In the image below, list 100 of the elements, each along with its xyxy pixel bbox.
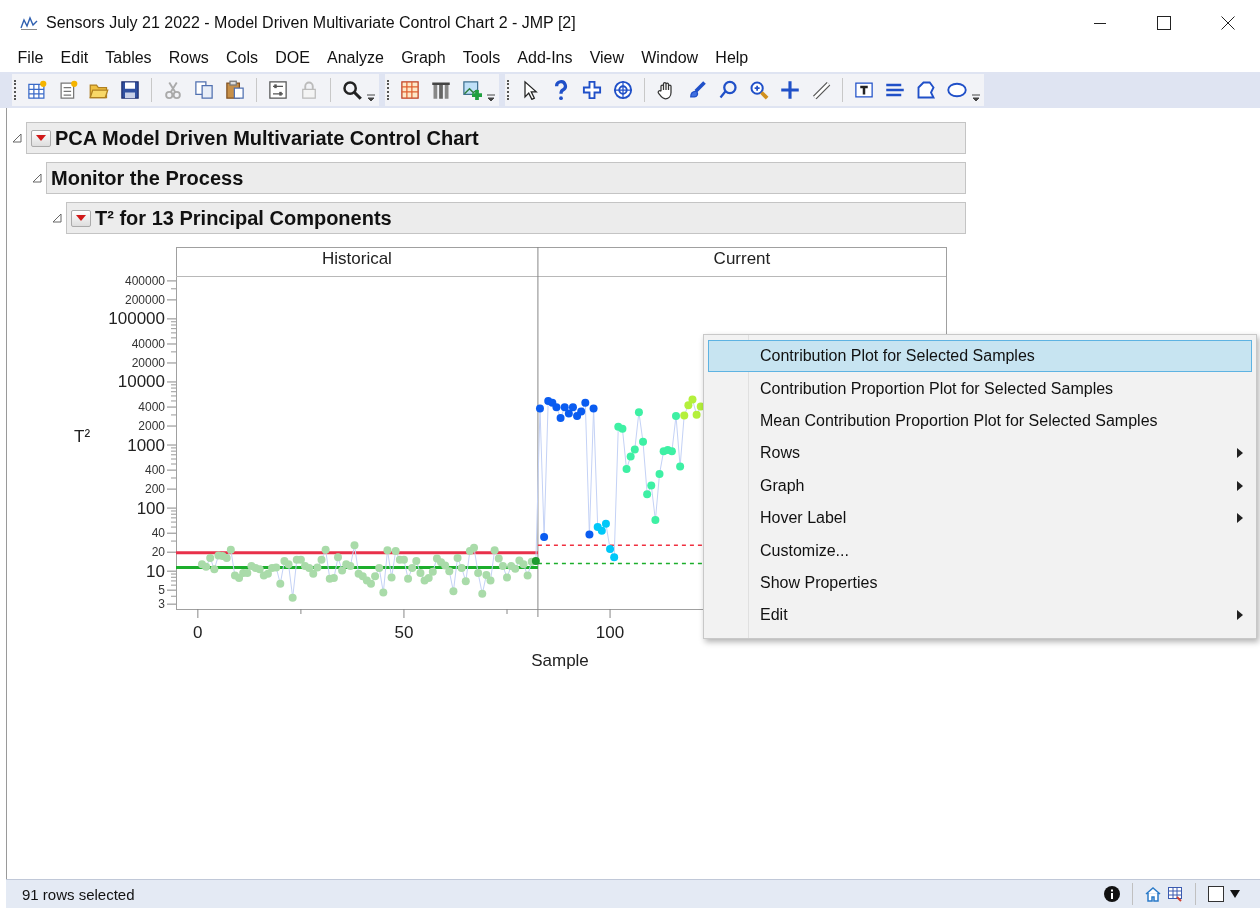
grip-handle[interactable] [507,80,509,100]
data-point [321,545,330,554]
panel-title: Historical [322,249,392,268]
axis-title: T² [74,427,91,446]
menu-item[interactable]: Cols [217,49,267,67]
line-icon[interactable] [811,80,831,100]
new-document-icon[interactable] [58,80,78,100]
text-box-icon[interactable] [854,80,874,100]
data-point [235,574,244,583]
search-icon[interactable] [342,80,362,100]
tick-label: 10000 [117,372,165,392]
menu-item[interactable]: Graph [392,49,455,67]
data-point [206,553,215,562]
menu-item[interactable]: Window [632,49,707,67]
sliders-icon[interactable] [268,80,288,100]
data-point [449,587,458,596]
data-point [428,567,437,576]
data-point [371,572,380,581]
tick-label: 400000 [124,273,165,288]
data-point [581,398,590,407]
data-point [474,569,483,578]
dropdown-caret-icon[interactable] [367,94,375,102]
disclosure-triangle-icon[interactable] [52,213,62,223]
data-point [313,563,322,572]
grid-icon[interactable] [1167,886,1183,902]
crosshair-icon[interactable] [582,80,602,100]
info-icon[interactable] [1104,886,1120,902]
menu-item[interactable]: Analyze [318,49,393,67]
context-menu-item[interactable]: Customize... [708,534,1252,567]
data-point [511,564,520,573]
paste-icon[interactable] [225,80,245,100]
context-menu-item[interactable]: Mean Contribution Proportion Plot for Selected Samples [708,404,1252,438]
image-plus-icon[interactable] [462,80,482,100]
popup-menu-button[interactable] [31,129,51,147]
zoom-in-icon[interactable] [749,80,769,100]
data-point [577,407,586,416]
context-menu-item[interactable]: Hover Label [708,501,1252,535]
context-menu-item[interactable]: Show Properties [708,566,1252,600]
data-point [676,462,685,471]
dropdown-triangle-icon [36,135,46,141]
context-menu-item[interactable]: Graph [708,469,1252,502]
data-point [416,569,425,578]
data-point [317,555,326,564]
menu-item[interactable]: Tools [454,49,509,67]
outline-title: T² for 13 Principal Components [95,206,392,230]
dropdown-caret-icon[interactable] [972,94,980,102]
tick-label: 2000 [138,419,165,434]
data-point [453,553,462,562]
columns-icon[interactable] [431,80,451,100]
menu-item[interactable]: Edit [51,49,97,67]
data-point [643,490,652,499]
ellipse-icon[interactable] [947,80,967,100]
home-icon[interactable] [1145,886,1161,902]
grip-handle[interactable] [14,80,16,100]
data-point [630,445,639,454]
new-table-icon[interactable] [27,80,47,100]
data-point [519,560,528,569]
menu-item[interactable]: DOE [266,49,319,67]
brush-icon[interactable] [687,80,707,100]
dropdown-caret-icon[interactable] [487,94,495,102]
data-point [387,573,396,582]
tick-label: 4000 [138,400,165,415]
submenu-arrow-icon [1237,610,1243,621]
context-menu-item[interactable]: Contribution Proportion Plot for Selected Samples [708,372,1252,405]
tick-label: 0 [193,623,203,642]
tick-label: 40 [151,526,165,541]
menu-item[interactable]: File [9,49,52,67]
data-point [457,564,466,572]
data-point [346,562,355,571]
context-menu-item[interactable]: Rows [708,437,1252,470]
context-menu-item[interactable]: Contribution Plot for Selected Samples [708,340,1252,373]
data-point [692,410,701,419]
context-menu-item[interactable]: Edit [708,599,1252,632]
data-point [486,576,495,585]
tick-label: 400 [144,463,165,478]
dropdown-caret-icon[interactable] [1230,890,1240,898]
target-icon[interactable] [613,80,633,100]
disclosure-triangle-icon[interactable] [12,133,22,143]
square-icon[interactable] [1208,886,1224,902]
menu-item[interactable]: Help [706,49,757,67]
data-point [461,577,470,586]
menu-item[interactable]: Rows [160,49,218,67]
close-icon [1221,16,1235,30]
grid-table-icon[interactable] [400,80,420,100]
lasso-icon[interactable] [718,80,738,100]
data-point [263,569,272,578]
menu-item[interactable]: Add-Ins [508,49,582,67]
polygon-icon[interactable] [916,80,936,100]
menu-item[interactable]: Tables [96,49,161,67]
tick-label: 10 [146,561,165,581]
grip-handle[interactable] [387,80,389,100]
popup-menu-button[interactable] [71,209,91,227]
save-icon[interactable] [120,80,140,100]
data-point [688,395,697,404]
disclosure-triangle-icon[interactable] [32,173,42,183]
data-point [622,465,631,473]
data-point [383,546,392,555]
menu-item[interactable]: View [581,49,633,67]
copy-icon[interactable] [194,80,214,100]
plus-icon[interactable] [780,80,800,100]
